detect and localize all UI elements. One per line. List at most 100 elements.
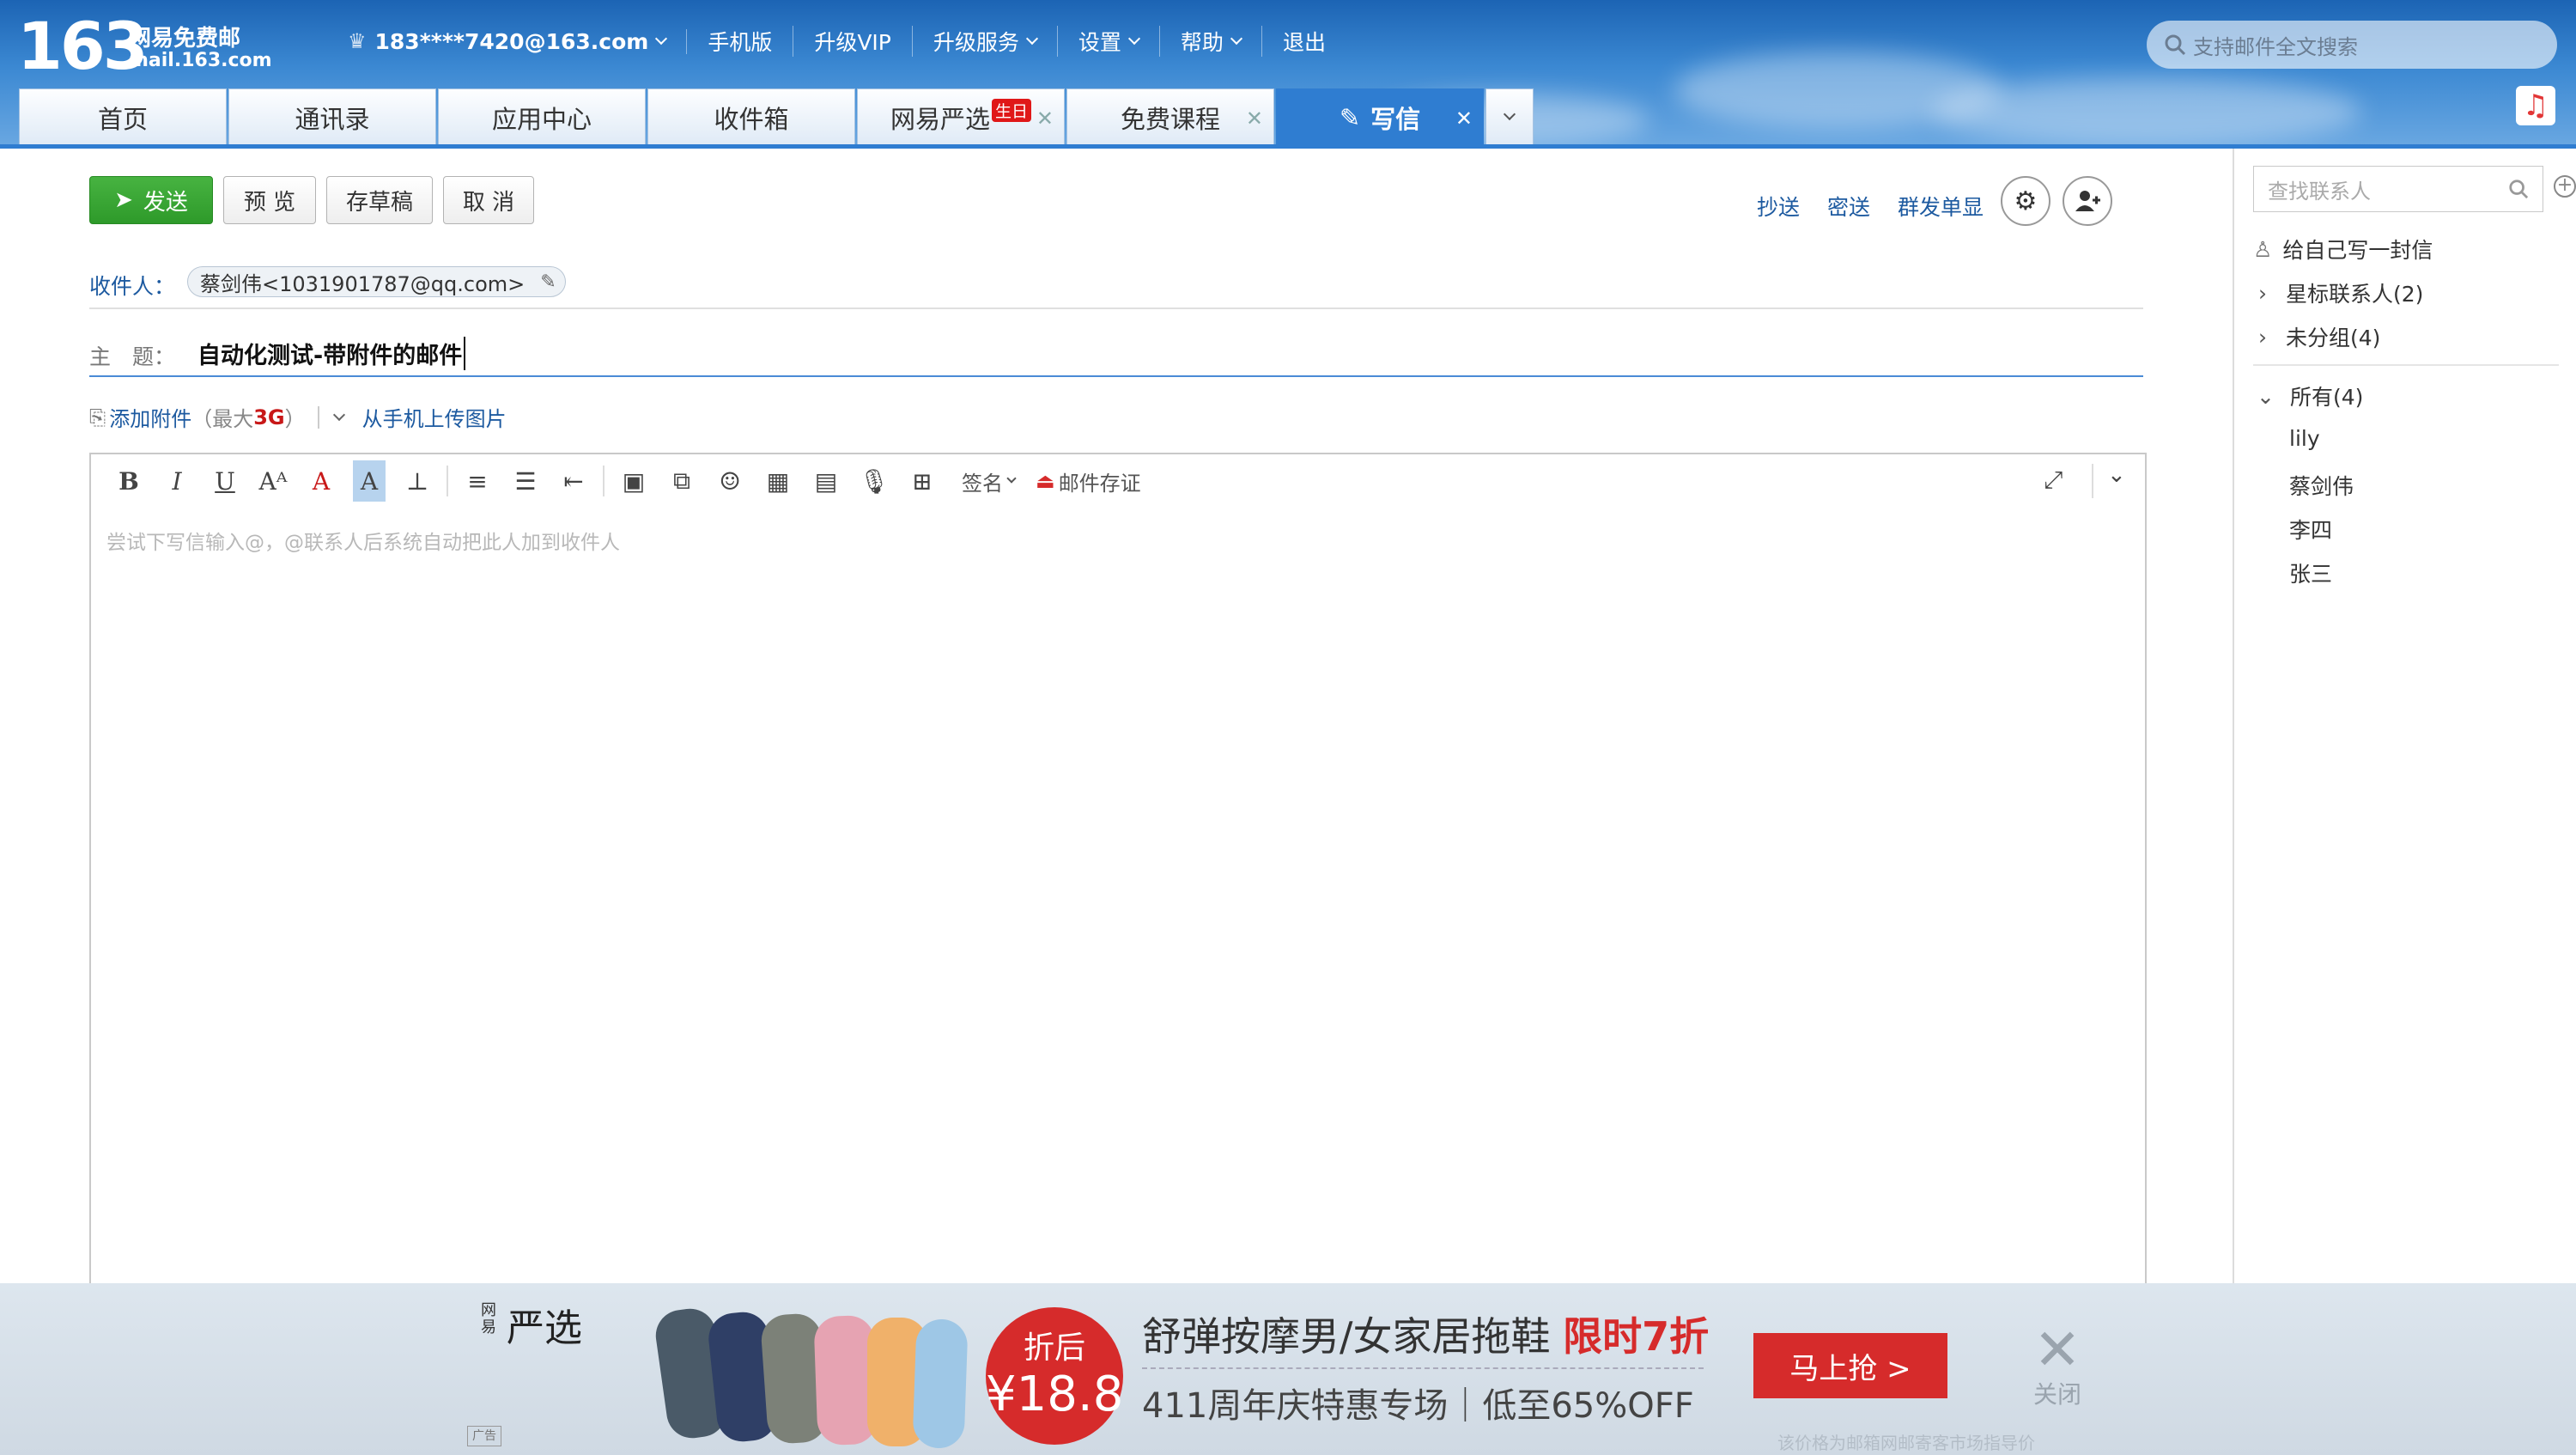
contact-item[interactable]: 蔡剑伟 xyxy=(2289,470,2354,501)
nav-settings[interactable]: 设置 xyxy=(1058,26,1160,57)
mail-certify-button[interactable]: ⏏ 邮件存证 xyxy=(1036,466,1141,496)
cc-link[interactable]: 抄送 xyxy=(1757,191,1800,222)
nav-logout[interactable]: 退出 xyxy=(1262,26,1346,57)
ad-brand-small: 网易 xyxy=(481,1301,496,1336)
nav-help[interactable]: 帮助 xyxy=(1160,26,1262,57)
ad-headline-highlight: 限时7折 xyxy=(1563,1313,1710,1360)
contact-item[interactable]: 张三 xyxy=(2289,557,2332,588)
nav-upgrade-service[interactable]: 升级服务 xyxy=(913,26,1058,57)
write-to-self-link[interactable]: ♙ 给自己写一封信 xyxy=(2253,234,2433,265)
edit-recipient-icon[interactable]: ✎ xyxy=(540,271,556,293)
tab-home-label: 首页 xyxy=(97,104,148,134)
tab-more-button[interactable] xyxy=(1485,88,1534,145)
price-value: ¥18.8 xyxy=(986,1367,1124,1422)
mail-search-input[interactable]: 支持邮件全文搜索 xyxy=(2147,21,2557,69)
contact-item[interactable]: lily xyxy=(2289,426,2320,451)
slippers-image xyxy=(652,1300,970,1455)
mail-search-placeholder: 支持邮件全文搜索 xyxy=(2193,34,2358,59)
close-tab-icon[interactable]: ✕ xyxy=(1455,107,1473,131)
tab-home[interactable]: 首页 xyxy=(19,88,227,145)
close-tab-icon[interactable]: ✕ xyxy=(1246,107,1263,131)
highlight-color-icon[interactable]: A xyxy=(353,460,386,502)
bold-icon[interactable]: B xyxy=(105,460,153,502)
chevron-down-icon xyxy=(1230,32,1243,46)
chevron-down-icon[interactable] xyxy=(332,408,345,421)
indent-icon[interactable]: ⇤ xyxy=(550,460,598,502)
add-attachment-link[interactable]: 添加附件 xyxy=(109,402,191,432)
underline-icon[interactable]: U xyxy=(201,460,249,502)
italic-icon[interactable]: I xyxy=(153,460,201,502)
toolbar-separator xyxy=(447,466,448,496)
cancel-button[interactable]: 取 消 xyxy=(443,176,534,224)
ad-close-button[interactable]: ✕ 关闭 xyxy=(2023,1317,2092,1410)
top-nav: ♛ 183****7420@163.com 手机版 升级VIP 升级服务 设置 … xyxy=(348,26,1346,57)
recipient-address: 蔡剑伟<1031901787@qq.com> xyxy=(200,271,526,296)
chevron-down-icon xyxy=(1025,32,1038,46)
font-color-icon[interactable]: A xyxy=(297,460,345,502)
tab-yanxuan[interactable]: 网易严选 生日 ✕ xyxy=(857,88,1065,145)
align-icon[interactable]: ≡ xyxy=(453,460,501,502)
ad-cta-button[interactable]: 马上抢 > xyxy=(1753,1333,1947,1398)
add-contact-icon[interactable] xyxy=(2063,176,2112,226)
list-icon[interactable]: ☰ xyxy=(501,460,550,502)
tab-app-center[interactable]: 应用中心 xyxy=(438,88,646,145)
signature-label: 签名 xyxy=(962,471,1003,496)
bcc-link[interactable]: 密送 xyxy=(1827,191,1870,222)
editor-placeholder[interactable]: 尝试下写信输入@，@联系人后系统自动把此人加到收件人 xyxy=(106,526,620,555)
font-size-icon[interactable]: Aᴬ xyxy=(249,460,297,502)
translate-icon[interactable]: ⊞ xyxy=(898,460,946,502)
close-tab-icon[interactable]: ✕ xyxy=(1036,107,1054,131)
chevron-right-icon: › xyxy=(2258,280,2267,306)
mobile-upload-link[interactable]: 从手机上传图片 xyxy=(362,402,507,432)
logo-number[interactable]: 163 xyxy=(17,12,149,81)
close-icon: ✕ xyxy=(2033,1317,2081,1383)
contact-search-input[interactable]: 查找联系人 xyxy=(2253,166,2543,212)
ad-close-label: 关闭 xyxy=(2032,1380,2081,1409)
send-button[interactable]: ➤ 发送 xyxy=(89,176,213,224)
subject-input[interactable]: 自动化测试-带附件的邮件 xyxy=(197,337,466,370)
contact-item[interactable]: 李四 xyxy=(2289,514,2332,545)
price-label: 折后 xyxy=(1023,1330,1085,1366)
search-icon xyxy=(2165,34,2186,56)
person-plus-icon xyxy=(2075,191,2100,211)
starred-contacts-group[interactable]: › 星标联系人(2) xyxy=(2258,277,2423,308)
ungrouped-contacts-group[interactable]: › 未分组(4) xyxy=(2258,321,2380,352)
nav-help-label: 帮助 xyxy=(1180,30,1224,55)
separator xyxy=(317,405,319,429)
editor-frame xyxy=(89,453,2147,1312)
screenshot-icon[interactable]: ⧉ xyxy=(658,460,706,502)
signature-dropdown[interactable]: 签名 xyxy=(962,466,1017,496)
calendar-icon[interactable]: ▤ xyxy=(802,460,850,502)
ad-tag: 广告 xyxy=(467,1426,501,1446)
all-contacts-group[interactable]: ⌄ 所有(4) xyxy=(2257,380,2363,411)
tab-compose[interactable]: ✎ 写信 ✕ xyxy=(1276,88,1484,145)
ad-banner[interactable]: 网易 严选 广告 折后 ¥18.8 舒弹按摩男/女家居拖鞋 限时7折 411周年… xyxy=(0,1283,2576,1455)
preview-button[interactable]: 预 览 xyxy=(223,176,316,224)
music-icon[interactable]: ♫ xyxy=(2516,86,2555,125)
recipient-chip[interactable]: 蔡剑伟<1031901787@qq.com> ✎ xyxy=(187,266,566,297)
nav-mobile[interactable]: 手机版 xyxy=(687,26,794,57)
microphone-icon[interactable]: 🎙 xyxy=(850,460,898,502)
certify-label: 邮件存证 xyxy=(1058,471,1141,496)
sidebar-divider xyxy=(2253,364,2559,366)
tab-inbox[interactable]: 收件箱 xyxy=(647,88,855,145)
to-label: 收件人： xyxy=(89,274,176,299)
table-icon[interactable]: ▦ xyxy=(754,460,802,502)
expand-icon[interactable]: ⤢ xyxy=(2044,466,2063,495)
emoji-icon[interactable]: ☺ xyxy=(706,460,754,502)
gear-icon[interactable]: ⚙ xyxy=(2001,176,2050,226)
toolbar-separator xyxy=(2092,464,2093,498)
birthday-badge: 生日 xyxy=(992,99,1032,122)
chevron-down-icon xyxy=(1006,473,1017,484)
save-draft-button[interactable]: 存草稿 xyxy=(326,176,433,224)
crown-icon: ♛ xyxy=(348,29,367,53)
account-menu[interactable]: ♛ 183****7420@163.com xyxy=(348,28,688,54)
image-icon[interactable]: ▣ xyxy=(610,460,658,502)
tab-free-course[interactable]: 免费课程 ✕ xyxy=(1066,88,1274,145)
format-painter-icon[interactable]: ⊥ xyxy=(393,460,441,502)
nav-upgrade-vip[interactable]: 升级VIP xyxy=(793,26,913,57)
add-contact-plus-icon[interactable]: + xyxy=(2554,175,2576,198)
tab-contacts[interactable]: 通讯录 xyxy=(228,88,436,145)
collapse-toolbar-icon[interactable]: ⌄ xyxy=(2107,462,2126,488)
separate-send-link[interactable]: 群发单显 xyxy=(1898,191,1984,222)
